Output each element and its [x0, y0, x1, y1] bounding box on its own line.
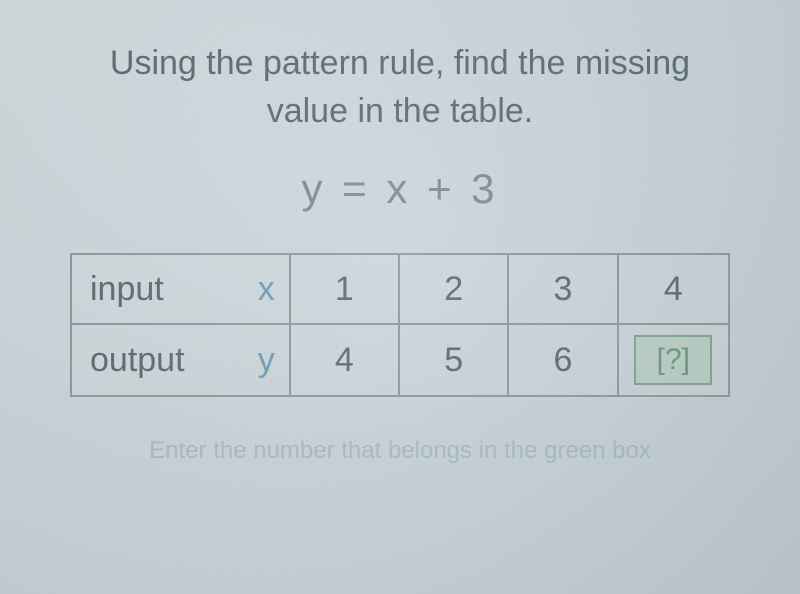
input-row: input x 1 2 3 4: [72, 255, 728, 325]
prompt-line-1: Using the pattern rule, find the missing: [110, 44, 690, 82]
prompt-line-2: value in the table.: [267, 92, 534, 130]
output-cell-4: [?]: [619, 325, 728, 395]
output-row: output y 4 5 6 [?]: [72, 325, 728, 395]
output-cell-3: 6: [509, 325, 618, 395]
output-cell-2: 5: [400, 325, 509, 395]
output-variable: y: [258, 341, 275, 380]
input-header: input x: [72, 255, 291, 323]
value-table: input x 1 2 3 4 output y 4 5 6 [?]: [70, 253, 730, 397]
hint-text: Enter the number that belongs in the gre…: [119, 437, 681, 465]
input-cell-3: 3: [509, 255, 618, 323]
output-label: output: [90, 341, 185, 380]
input-cell-4: 4: [619, 255, 728, 323]
pattern-rule-equation: y = x + 3: [301, 165, 498, 213]
input-label: input: [90, 270, 164, 309]
input-cell-1: 1: [291, 255, 400, 323]
answer-input-box[interactable]: [?]: [634, 335, 712, 385]
input-variable: x: [258, 270, 275, 309]
output-header: output y: [72, 325, 291, 395]
input-cell-2: 2: [400, 255, 509, 323]
question-prompt: Using the pattern rule, find the missing…: [70, 40, 730, 135]
output-cell-1: 4: [291, 325, 400, 395]
